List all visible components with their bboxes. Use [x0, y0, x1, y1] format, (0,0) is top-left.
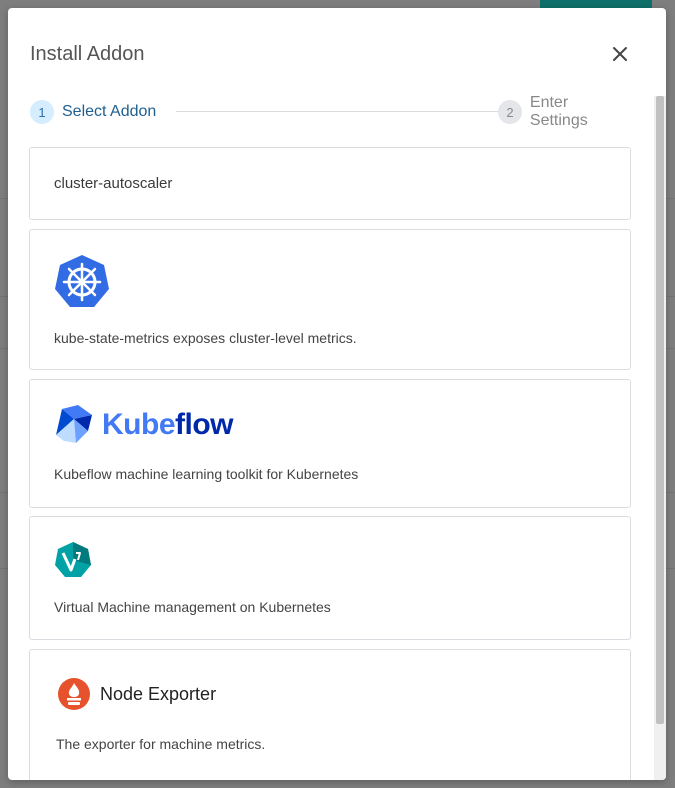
- step-label: Enter Settings: [529, 94, 588, 129]
- scrollbar-thumb[interactable]: [656, 96, 664, 724]
- step-label: Select Addon: [62, 103, 157, 120]
- addon-description: The exporter for machine metrics.: [56, 736, 266, 752]
- addon-name: cluster-autoscaler: [54, 175, 173, 192]
- addon-description: Kubeflow machine learning toolkit for Ku…: [54, 466, 359, 482]
- modal-title: Install Addon: [30, 43, 145, 65]
- addon-card-node-exporter[interactable]: Node Exporter The exporter for machine m…: [29, 649, 631, 780]
- kubeflow-logo: Kubeflow: [54, 404, 234, 446]
- prometheus-icon: [58, 678, 90, 710]
- kubevirt-logo: [55, 542, 91, 577]
- addon-description: Virtual Machine management on Kubernetes: [54, 599, 331, 615]
- stepper: 1 Select Addon 2 Enter Settings: [30, 94, 630, 129]
- addon-list-scrollbar[interactable]: [654, 96, 666, 780]
- kubernetes-helm-icon: [55, 255, 109, 307]
- addon-card-kubeflow[interactable]: Kubeflow Kubeflow machine learning toolk…: [29, 379, 631, 508]
- kubeflow-wordmark: Kubeflow: [102, 408, 234, 441]
- addon-name: Node Exporter: [100, 684, 217, 704]
- addon-card-cluster-autoscaler[interactable]: cluster-autoscaler: [29, 147, 631, 220]
- kubeflow-icon: [56, 405, 92, 443]
- step-select-addon[interactable]: 1 Select Addon: [30, 100, 156, 124]
- addon-list: cluster-autoscaler kube-state-metrics ex…: [8, 147, 654, 780]
- step-number: 1: [30, 100, 54, 124]
- close-button[interactable]: [608, 42, 632, 66]
- addon-description: kube-state-metrics exposes cluster-level…: [54, 330, 357, 346]
- addon-card-kube-state-metrics[interactable]: kube-state-metrics exposes cluster-level…: [29, 229, 631, 370]
- addon-card-kubevirt[interactable]: Virtual Machine management on Kubernetes: [29, 516, 631, 640]
- close-icon: [613, 47, 627, 61]
- background-primary-button: [540, 0, 652, 8]
- stepper-connector: [176, 111, 502, 112]
- step-number: 2: [498, 100, 522, 124]
- install-addon-modal: Install Addon 1 Select Addon 2 Enter Set…: [8, 8, 666, 780]
- step-enter-settings[interactable]: 2 Enter Settings: [498, 94, 630, 129]
